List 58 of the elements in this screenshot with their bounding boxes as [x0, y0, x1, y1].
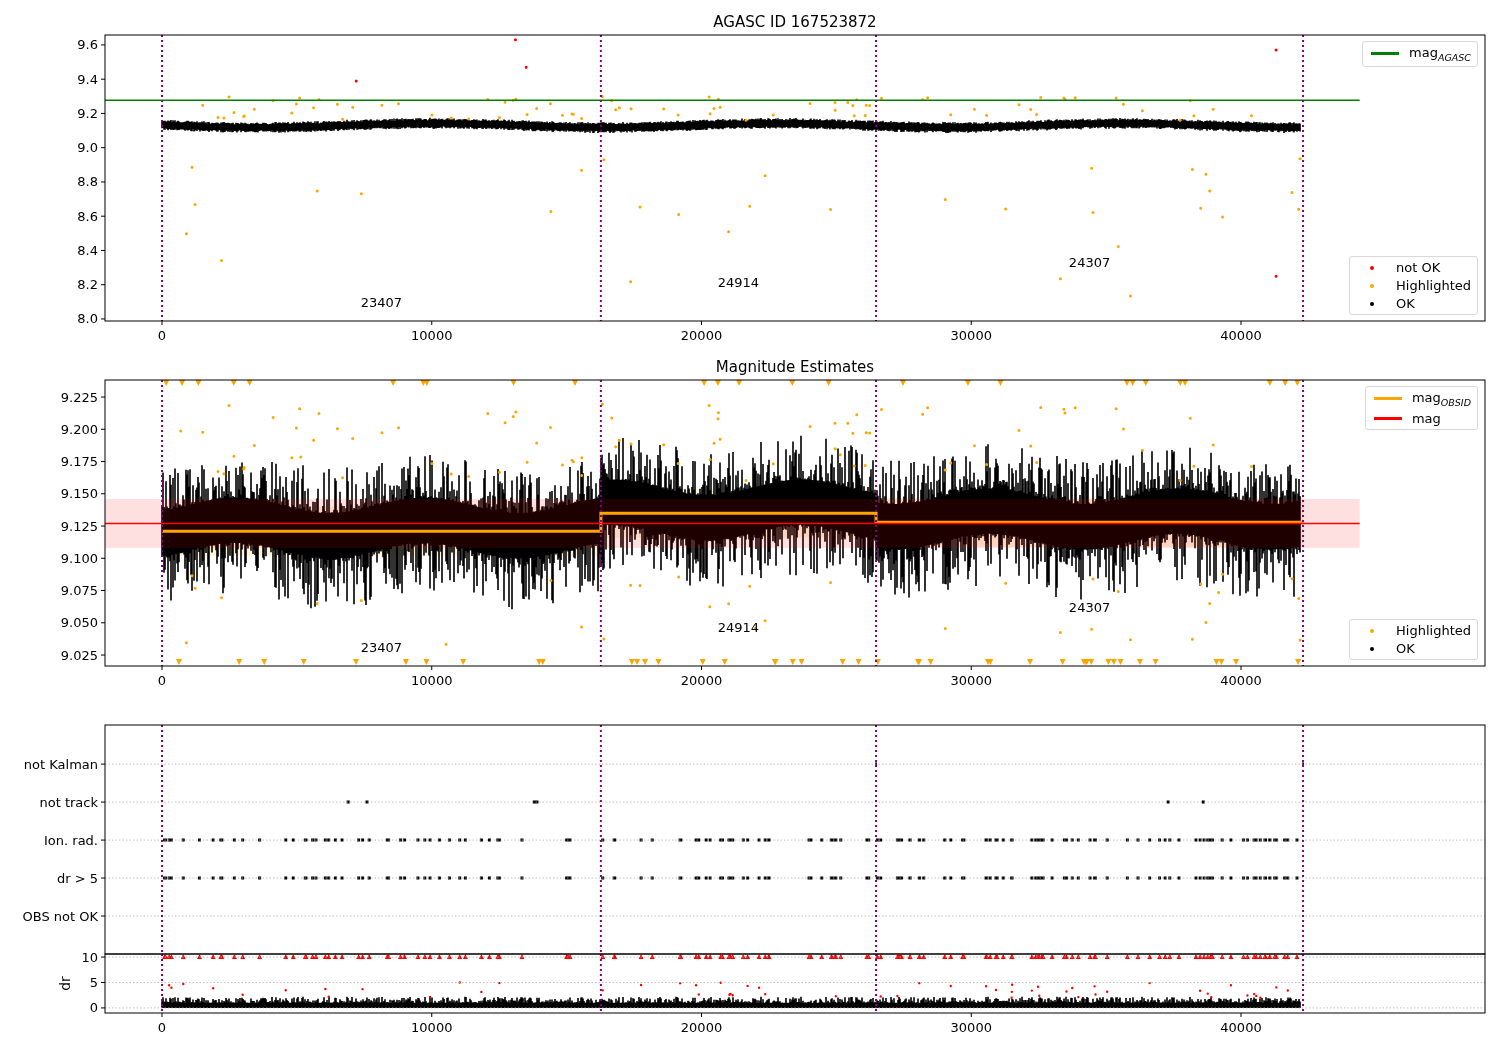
tick-label: 9.4 — [77, 71, 98, 87]
obsid-label: 24914 — [717, 620, 760, 635]
tick-label: 0 — [157, 1020, 167, 1035]
tick-label: 9.225 — [60, 389, 98, 405]
legend-label: Highlighted — [1396, 278, 1471, 293]
tick-label: 20000 — [680, 328, 723, 343]
tick-label: dr > 5 — [56, 870, 98, 886]
legend-label: mag$_{AGASC}$ — [1409, 45, 1471, 63]
tick-label: 9.150 — [60, 486, 98, 502]
legend-label: mag$_{OBSID}$ — [1411, 390, 1471, 408]
chart-title: Magnitude Estimates — [715, 358, 875, 376]
tick-label: 10000 — [411, 673, 453, 688]
legend-label: mag — [1411, 410, 1441, 426]
tick-label: Ion. rad. — [44, 832, 98, 848]
tick-label: 9.100 — [60, 550, 98, 566]
tick-label: 8.8 — [77, 174, 98, 190]
obsid-label: 24307 — [1068, 255, 1111, 270]
obsid-label: 23407 — [360, 640, 403, 655]
tick-label: 9.2 — [77, 105, 98, 121]
tick-label: 10000 — [411, 328, 453, 343]
tick-label: 9.0 — [77, 140, 98, 156]
tick-label: not Kalman — [23, 756, 98, 772]
tick-label: 8.0 — [77, 311, 98, 327]
legend-label: Highlighted — [1396, 623, 1471, 638]
tick-label: 40000 — [1220, 328, 1262, 343]
tick-label: 40000 — [1220, 673, 1262, 688]
tick-label: 8.2 — [77, 277, 98, 293]
obsid-label: 24307 — [1068, 600, 1111, 615]
tick-label: 10000 — [411, 1020, 453, 1035]
tick-label: 9.200 — [60, 421, 98, 437]
tick-label: 9.075 — [60, 583, 98, 599]
chart-title: AGASC ID 167523872 — [713, 13, 877, 31]
tick-label: 0 — [157, 673, 167, 688]
tick-label: 9.025 — [60, 647, 98, 663]
tick-label: 8.4 — [77, 242, 98, 258]
tick-label: not track — [39, 794, 98, 810]
tick-label: 9.6 — [77, 37, 98, 53]
tick-label: 9.125 — [60, 518, 98, 534]
legend-label: not OK — [1396, 260, 1441, 275]
tick-label: 30000 — [950, 328, 992, 343]
tick-label: 0 — [89, 1000, 98, 1016]
tick-label: 30000 — [950, 673, 992, 688]
tick-label: 9.175 — [60, 454, 98, 470]
tick-label: 0 — [157, 328, 167, 343]
tick-label: OBS not OK — [22, 908, 98, 924]
tick-label: 40000 — [1220, 1020, 1262, 1035]
obsid-label: 24914 — [717, 275, 760, 290]
legend-label: OK — [1396, 641, 1415, 656]
tick-label: 20000 — [680, 673, 723, 688]
tick-label: 30000 — [950, 1020, 992, 1035]
legend-label: OK — [1396, 296, 1415, 311]
tick-label: 8.6 — [77, 208, 98, 224]
tick-label: 20000 — [680, 1020, 723, 1035]
axis-label: dr — [57, 976, 73, 991]
tick-label: 5 — [89, 975, 98, 990]
tick-label: 9.050 — [60, 615, 98, 631]
obsid-label: 23407 — [360, 295, 403, 310]
tick-label: 10 — [81, 949, 98, 965]
